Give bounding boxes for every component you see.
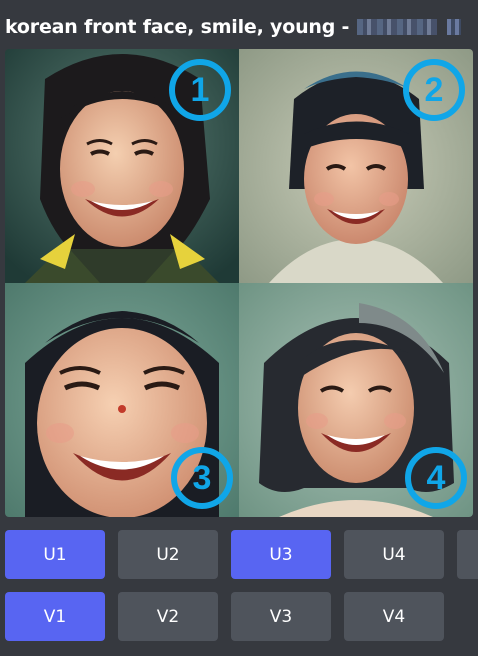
prompt-text: korean front face, smile, young - xyxy=(5,16,350,38)
variation-button-v4[interactable]: V4 xyxy=(344,592,444,641)
image-tile-4[interactable]: 4 xyxy=(239,283,473,517)
tile-number-badge: 2 xyxy=(403,59,465,121)
tile-number-badge: 4 xyxy=(405,447,467,509)
redacted-username xyxy=(357,19,438,35)
tile-number-badge: 3 xyxy=(171,447,233,509)
upscale-button-row: U1 U2 U3 U4 xyxy=(5,530,478,579)
upscale-button-u2[interactable]: U2 xyxy=(118,530,218,579)
reroll-button[interactable] xyxy=(457,530,478,579)
variation-button-v1[interactable]: V1 xyxy=(5,592,105,641)
upscale-button-u4[interactable]: U4 xyxy=(344,530,444,579)
image-tile-2[interactable]: 2 xyxy=(239,49,473,283)
image-grid[interactable]: 1 2 3 4 xyxy=(5,49,473,517)
variation-button-v2[interactable]: V2 xyxy=(118,592,218,641)
prompt-line: korean front face, smile, young - xyxy=(5,12,478,42)
image-tile-1[interactable]: 1 xyxy=(5,49,239,283)
redacted-fragment xyxy=(447,19,462,35)
tile-number-badge: 1 xyxy=(169,59,231,121)
variation-button-row: V1 V2 V3 V4 xyxy=(5,592,444,641)
image-tile-3[interactable]: 3 xyxy=(5,283,239,517)
variation-button-v3[interactable]: V3 xyxy=(231,592,331,641)
upscale-button-u1[interactable]: U1 xyxy=(5,530,105,579)
upscale-button-u3[interactable]: U3 xyxy=(231,530,331,579)
